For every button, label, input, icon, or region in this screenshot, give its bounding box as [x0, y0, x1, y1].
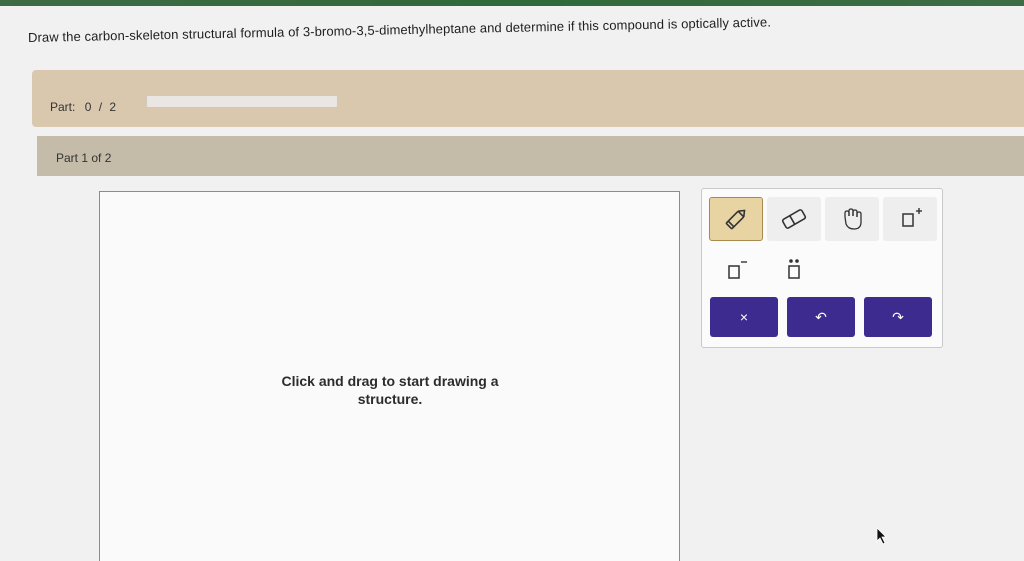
drawing-canvas[interactable]: Click and drag to start drawing a struct…: [99, 191, 680, 561]
hand-icon: [844, 208, 862, 230]
charge-plus-icon: [902, 208, 922, 227]
canvas-hint-line-2: structure.: [357, 391, 423, 407]
part-header-label: Part 1 of 2: [56, 151, 112, 165]
part-header: Part 1 of 2: [37, 136, 1024, 176]
question-text: Draw the carbon-skeleton structural form…: [27, 14, 772, 45]
undo-icon: ↶: [815, 308, 827, 325]
redo-icon: ↷: [892, 308, 904, 325]
redo-button[interactable]: ↷: [864, 297, 932, 337]
add-positive-charge-button[interactable]: [883, 197, 937, 241]
part-progress-separator: /: [98, 100, 103, 114]
drawing-toolbar: × ↶ ↷: [701, 188, 943, 348]
part-progress-total: 2: [109, 100, 117, 114]
part-progress-label: Part: 0 / 2: [50, 100, 116, 114]
part-progress-prefix: Part:: [50, 100, 76, 114]
canvas-hint-line-1: Click and drag to start drawing a: [281, 373, 499, 389]
mouse-cursor-icon: [876, 527, 887, 545]
progress-bar-panel: Part: 0 / 2: [32, 70, 1024, 127]
hand-tool-button[interactable]: [825, 197, 879, 241]
add-lone-pair-button[interactable]: [767, 247, 821, 291]
canvas-hint: Click and drag to start drawing a struct…: [230, 372, 550, 408]
pencil-icon: [725, 209, 746, 230]
eraser-icon: [781, 209, 807, 229]
undo-button[interactable]: ↶: [787, 297, 855, 337]
pencil-tool-button[interactable]: [709, 197, 763, 241]
eraser-tool-button[interactable]: [767, 197, 821, 241]
part-progress-current: 0: [84, 100, 92, 114]
progress-track: [146, 95, 338, 108]
lone-pair-icon: [788, 259, 800, 279]
charge-minus-icon: [728, 261, 747, 279]
top-accent-strip: [0, 0, 1024, 6]
clear-icon: ×: [739, 309, 749, 325]
clear-button[interactable]: ×: [710, 297, 778, 337]
add-negative-charge-button[interactable]: [709, 247, 763, 291]
